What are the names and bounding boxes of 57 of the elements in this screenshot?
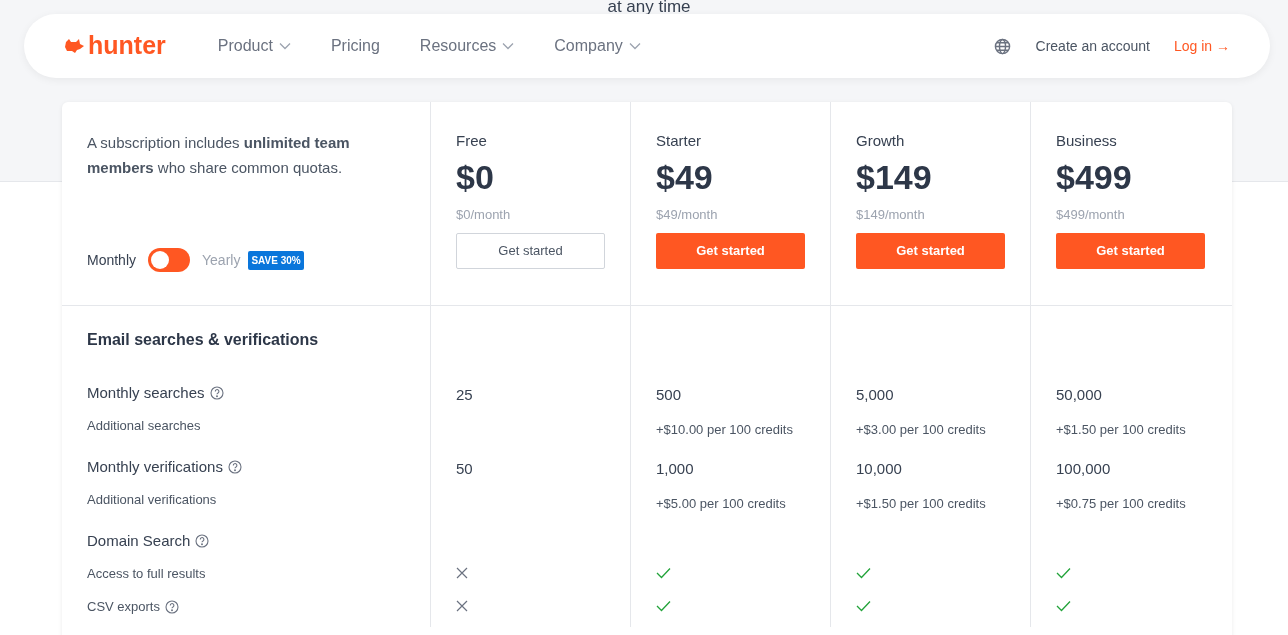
hero-text: at any time	[607, 0, 691, 14]
cell-value: 500	[656, 386, 682, 403]
plan-name: Business	[1056, 131, 1118, 151]
nav-link[interactable]: Product	[217, 34, 291, 58]
plan-name: Growth	[856, 131, 906, 151]
help-icon[interactable]	[165, 600, 179, 614]
yearly-label[interactable]: Yearly	[202, 249, 241, 271]
plan-price: $49	[656, 157, 714, 197]
get-started-button[interactable]: Get started	[1056, 233, 1205, 269]
nav-link[interactable]: Pricing	[330, 34, 380, 58]
get-started-button[interactable]: Get started	[856, 233, 1005, 269]
intro-text: A subscription includes unlimited team members who share common quotas.	[87, 133, 351, 178]
save-badge: SAVE 30%	[248, 250, 304, 270]
plan-monthly-price: $149/month	[856, 207, 926, 223]
plan-name: Free	[456, 131, 488, 151]
cell-value: +$1.50 per 100 credits	[856, 496, 986, 511]
feature-label: Access to full results	[87, 565, 206, 583]
feature-label: Domain Search	[87, 531, 191, 551]
feature-label: Monthly searches	[87, 383, 205, 403]
create-account-link[interactable]: Create an account	[1035, 35, 1150, 57]
login-link[interactable]: Log in →	[1173, 35, 1230, 57]
plan-monthly-price: $49/month	[656, 207, 719, 223]
fox-icon	[64, 38, 84, 54]
cell-value: +$1.50 per 100 credits	[1056, 422, 1186, 437]
help-icon[interactable]	[195, 534, 210, 548]
section-title: Email searches & verifications	[87, 330, 320, 350]
cell-value: +$0.75 per 100 credits	[1056, 496, 1186, 511]
cell-value: +$10.00 per 100 credits	[656, 422, 793, 437]
plan-price: $499	[1056, 157, 1133, 197]
cell-value: 10,000	[856, 460, 902, 477]
cell-value: 1,000	[656, 460, 694, 477]
plan-price: $149	[856, 157, 933, 197]
cell-value: 5,000	[856, 386, 894, 403]
plan-name: Starter	[656, 131, 702, 151]
plan-monthly-price: $0/month	[456, 207, 512, 223]
feature-label: CSV exports	[87, 598, 160, 616]
cell-value: +$3.00 per 100 credits	[856, 422, 986, 437]
globe-icon[interactable]	[993, 37, 1011, 55]
get-started-button[interactable]: Get started	[656, 233, 805, 269]
billing-toggle[interactable]	[148, 248, 191, 272]
get-started-button[interactable]: Get started	[456, 233, 605, 269]
cell-value: 100,000	[1056, 460, 1111, 477]
feature-label: Additional searches	[87, 417, 201, 435]
cell-value: 50,000	[1056, 386, 1102, 403]
nav-link[interactable]: Resources	[419, 34, 515, 58]
feature-label: Additional verifications	[87, 491, 217, 509]
plan-monthly-price: $499/month	[1056, 207, 1126, 223]
cell-value: +$5.00 per 100 credits	[656, 496, 786, 511]
help-icon[interactable]	[227, 460, 242, 474]
cell-value: 25	[456, 386, 473, 403]
plan-price: $0	[456, 157, 495, 197]
cell-value: 50	[456, 460, 473, 477]
feature-label: Monthly verifications	[87, 457, 223, 477]
help-icon[interactable]	[209, 386, 224, 400]
logo[interactable]: hunter	[64, 27, 166, 65]
monthly-label[interactable]: Monthly	[87, 249, 137, 271]
nav-link[interactable]: Company	[554, 34, 641, 58]
